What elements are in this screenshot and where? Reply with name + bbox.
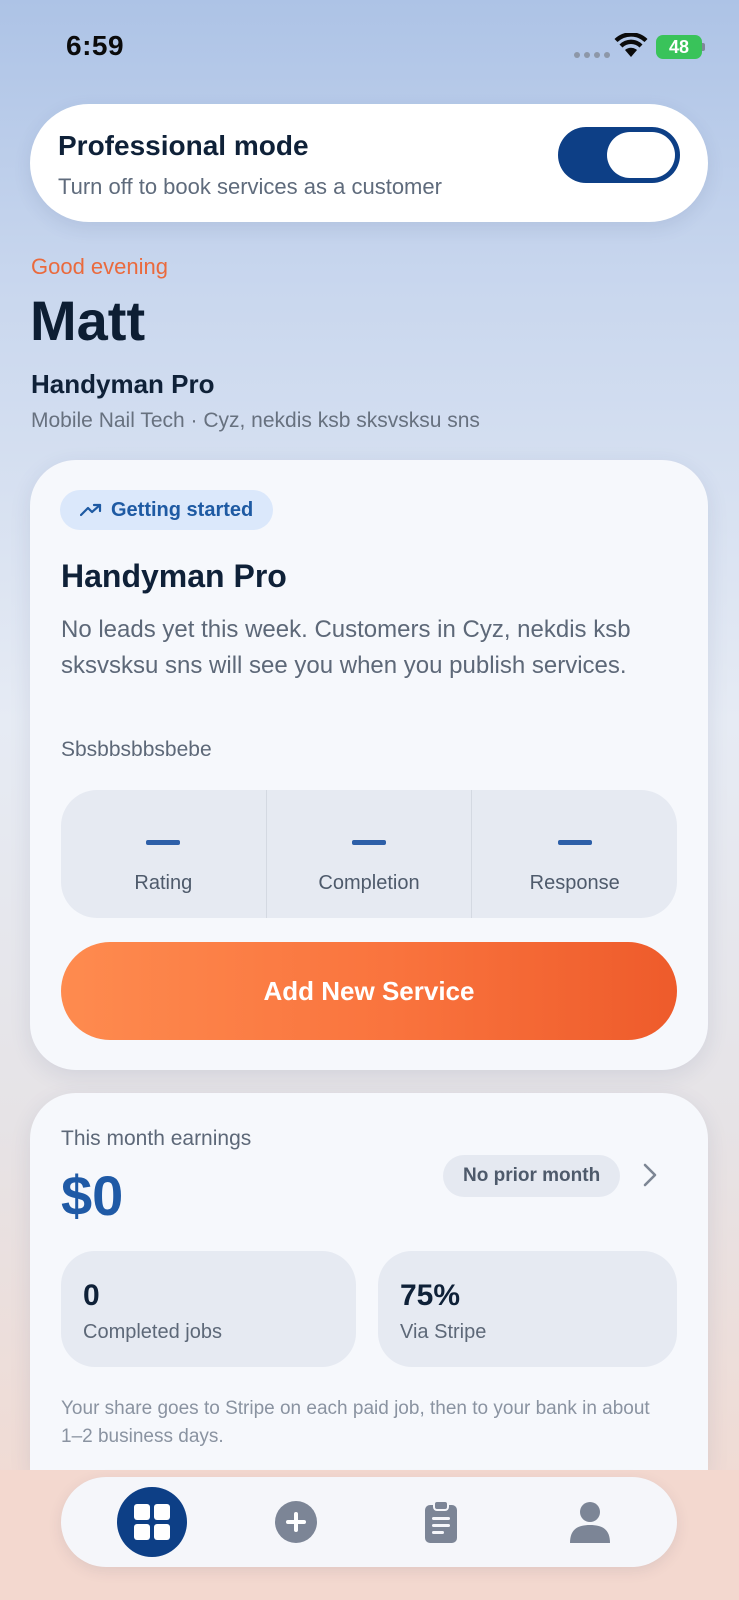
- tab-add[interactable]: [251, 1477, 341, 1567]
- business-name: Handyman Pro: [31, 369, 215, 399]
- tab-dashboard[interactable]: [107, 1477, 197, 1567]
- status-bar: 6:59 48: [0, 0, 739, 96]
- stat-label: Response: [529, 872, 620, 894]
- business-detail: Mobile Nail Tech · Cyz, nekdis ksb sksvs…: [31, 409, 480, 432]
- professional-mode-card: Professional mode Turn off to book servi…: [30, 104, 708, 222]
- stat-completion: Completion: [265, 790, 472, 918]
- status-badge: Getting started: [60, 490, 274, 530]
- card-note: Sbsbbsbbsbebe: [61, 738, 212, 761]
- greeting-salutation: Good evening: [31, 254, 168, 279]
- professional-mode-subtitle: Turn off to book services as a customer: [58, 174, 442, 199]
- earnings-card: This month earnings $0 No prior month 0 …: [30, 1093, 708, 1473]
- cellular-signal-icon: [574, 52, 610, 58]
- user-name: Matt: [30, 289, 146, 352]
- stat-response: Response: [471, 790, 677, 918]
- card-title: Handyman Pro: [61, 558, 287, 594]
- business-overview-card: Getting started Handyman Pro No leads ye…: [30, 460, 708, 1070]
- stripe-share-tile: 75% Via Stripe: [378, 1251, 677, 1367]
- plus-circle-icon: [275, 1501, 317, 1543]
- battery-level: 48: [668, 37, 690, 57]
- prior-month-pill: No prior month: [443, 1155, 621, 1197]
- professional-mode-title: Professional mode: [58, 130, 309, 161]
- grid-icon: [134, 1504, 170, 1540]
- empty-value-dash: [352, 840, 386, 845]
- toggle-knob: [607, 132, 675, 178]
- earnings-value: $0: [61, 1164, 124, 1227]
- wifi-icon: [614, 33, 648, 57]
- add-new-service-button[interactable]: Add New Service: [61, 942, 677, 1040]
- trending-up-icon: [80, 503, 102, 517]
- tab-jobs[interactable]: [396, 1477, 486, 1567]
- clipboard-icon: [425, 1500, 457, 1543]
- empty-value-dash: [146, 840, 181, 845]
- stat-label: Completion: [318, 872, 420, 894]
- tile-value: 0: [83, 1279, 100, 1312]
- professional-mode-toggle[interactable]: [558, 127, 680, 183]
- stats-panel: Rating Completion Response: [61, 790, 677, 918]
- battery-tip: [702, 43, 705, 51]
- earnings-label: This month earnings: [61, 1127, 252, 1150]
- empty-value-dash: [557, 840, 592, 845]
- tab-bar: [61, 1477, 677, 1567]
- status-badge-label: Getting started: [111, 498, 254, 521]
- person-icon: [570, 1502, 610, 1543]
- chevron-right-icon[interactable]: [642, 1162, 658, 1188]
- stat-rating: Rating: [61, 790, 266, 918]
- payout-note: Your share goes to Stripe on each paid j…: [61, 1398, 650, 1447]
- status-time: 6:59: [66, 30, 125, 61]
- active-tab-indicator: [117, 1487, 187, 1557]
- tile-value: 75%: [400, 1279, 461, 1312]
- tile-label: Completed jobs: [83, 1321, 222, 1343]
- tab-profile[interactable]: [545, 1477, 635, 1567]
- stat-label: Rating: [134, 872, 193, 894]
- battery-icon: 48: [656, 35, 702, 59]
- completed-jobs-tile: 0 Completed jobs: [61, 1251, 356, 1367]
- tile-label: Via Stripe: [400, 1321, 487, 1343]
- card-description: No leads yet this week. Customers in Cyz…: [61, 616, 631, 679]
